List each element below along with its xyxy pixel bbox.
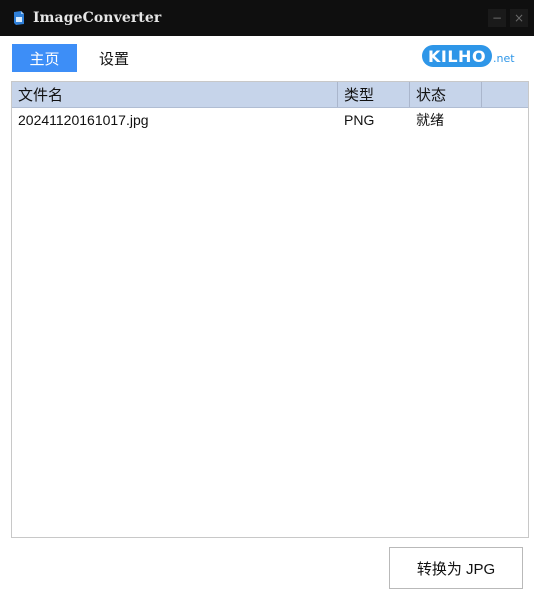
table-header: 文件名 类型 状态 [12, 82, 528, 108]
logo-suffix: .net [493, 52, 515, 65]
tab-bar: 主页 设置 [12, 44, 143, 72]
app-window: ImageConverter − × 主页 设置 KILHO .net 文件名 … [0, 0, 534, 600]
column-header-filler [482, 82, 528, 107]
window-controls: − × [488, 9, 528, 27]
column-header-type[interactable]: 类型 [338, 82, 410, 107]
cell-filename: 20241120161017.jpg [18, 112, 149, 128]
column-header-status[interactable]: 状态 [410, 82, 482, 107]
kilho-logo: KILHO .net [422, 45, 515, 67]
tab-home[interactable]: 主页 [12, 44, 77, 72]
convert-to-jpg-button[interactable]: 转换为 JPG [389, 547, 523, 589]
table-row[interactable]: 20241120161017.jpg PNG 就绪 [12, 108, 528, 132]
minimize-button[interactable]: − [488, 9, 506, 27]
title-bar[interactable]: ImageConverter − × [0, 0, 534, 36]
logo-main: KILHO [422, 45, 493, 67]
main-content: 主页 设置 KILHO .net 文件名 类型 状态 2024112016101… [1, 36, 533, 600]
tab-settings[interactable]: 设置 [85, 44, 143, 72]
window-title: ImageConverter [33, 10, 162, 26]
file-list-table[interactable]: 文件名 类型 状态 20241120161017.jpg PNG 就绪 [11, 81, 529, 538]
app-icon [12, 10, 26, 26]
cell-status: 就绪 [416, 112, 444, 128]
column-header-filename[interactable]: 文件名 [12, 82, 338, 107]
cell-type: PNG [344, 112, 375, 128]
close-button[interactable]: × [510, 9, 528, 27]
